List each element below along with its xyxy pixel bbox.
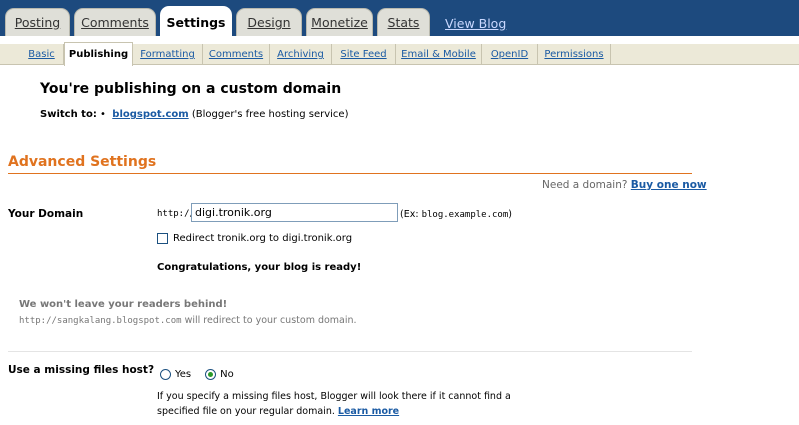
readers-notice-title: We won't leave your readers behind! — [19, 299, 228, 310]
subtab-permissions[interactable]: Permissions — [538, 44, 611, 65]
tab-comments[interactable]: Comments — [74, 8, 156, 36]
example-suffix: ) — [508, 209, 512, 220]
tab-design[interactable]: Design — [236, 8, 302, 36]
switch-description: (Blogger's free hosting service) — [191, 109, 349, 120]
need-domain-text: Need a domain? — [542, 179, 628, 191]
redirect-checkbox[interactable] — [157, 233, 168, 244]
subtab-openid[interactable]: OpenID — [482, 44, 538, 65]
missing-files-options: Yes No — [160, 369, 234, 380]
redirect-notice: will redirect to your custom domain. — [184, 315, 357, 326]
redirect-label: Redirect tronik.org to digi.tronik.org — [173, 233, 353, 244]
your-domain-label: Your Domain — [8, 208, 84, 220]
need-domain-row: Need a domain? Buy one now — [542, 179, 707, 191]
page-title: You're publishing on a custom domain — [40, 81, 342, 97]
old-blog-url: http://sangkalang.blogspot.com — [19, 316, 182, 326]
help-text: If you specify a missing files host, Blo… — [157, 391, 511, 417]
readers-notice-text: http://sangkalang.blogspot.com will redi… — [19, 315, 357, 326]
subtab-formatting[interactable]: Formatting — [133, 44, 203, 65]
bullet-icon: • — [100, 109, 106, 120]
tab-settings[interactable]: Settings — [160, 6, 232, 37]
subtab-archiving[interactable]: Archiving — [270, 44, 332, 65]
tab-stats[interactable]: Stats — [377, 8, 430, 36]
domain-input[interactable] — [191, 203, 398, 222]
domain-example: (Ex: blog.example.com) — [400, 209, 512, 220]
settings-subnav: Basic Publishing Formatting Comments Arc… — [0, 37, 799, 66]
missing-files-no-radio[interactable] — [205, 369, 217, 380]
subtab-basic[interactable]: Basic — [20, 44, 64, 65]
missing-files-label: Use a missing files host? — [8, 364, 155, 376]
switch-label: Switch to: — [40, 109, 97, 120]
switch-hosting-row: Switch to: • blogspot.com (Blogger's fre… — [40, 109, 348, 120]
subtab-email-mobile[interactable]: Email & Mobile — [396, 44, 482, 65]
section-divider — [8, 173, 692, 174]
yes-label: Yes — [175, 369, 192, 380]
tab-monetize[interactable]: Monetize — [306, 8, 373, 36]
subtab-publishing[interactable]: Publishing — [64, 42, 133, 66]
http-prefix: http:// — [157, 209, 195, 219]
learn-more-link[interactable]: Learn more — [338, 406, 399, 417]
missing-files-help: If you specify a missing files host, Blo… — [157, 389, 517, 419]
section-separator — [8, 351, 692, 352]
view-blog-link[interactable]: View Blog — [445, 16, 506, 31]
subtab-site-feed[interactable]: Site Feed — [332, 44, 396, 65]
congrats-message: Congratulations, your blog is ready! — [157, 262, 362, 273]
missing-files-yes-radio[interactable] — [160, 369, 171, 380]
top-nav-bar: Posting Comments Settings Design Monetiz… — [0, 0, 799, 37]
buy-domain-link[interactable]: Buy one now — [631, 179, 707, 191]
subtab-comments[interactable]: Comments — [203, 44, 270, 65]
advanced-settings-heading: Advanced Settings — [8, 154, 157, 170]
blogspot-link[interactable]: blogspot.com — [112, 109, 188, 120]
example-prefix: (Ex: — [400, 209, 419, 220]
redirect-row: Redirect tronik.org to digi.tronik.org — [157, 233, 352, 244]
tab-posting[interactable]: Posting — [5, 8, 70, 36]
example-value: blog.example.com — [421, 210, 509, 220]
no-label: No — [220, 369, 234, 380]
